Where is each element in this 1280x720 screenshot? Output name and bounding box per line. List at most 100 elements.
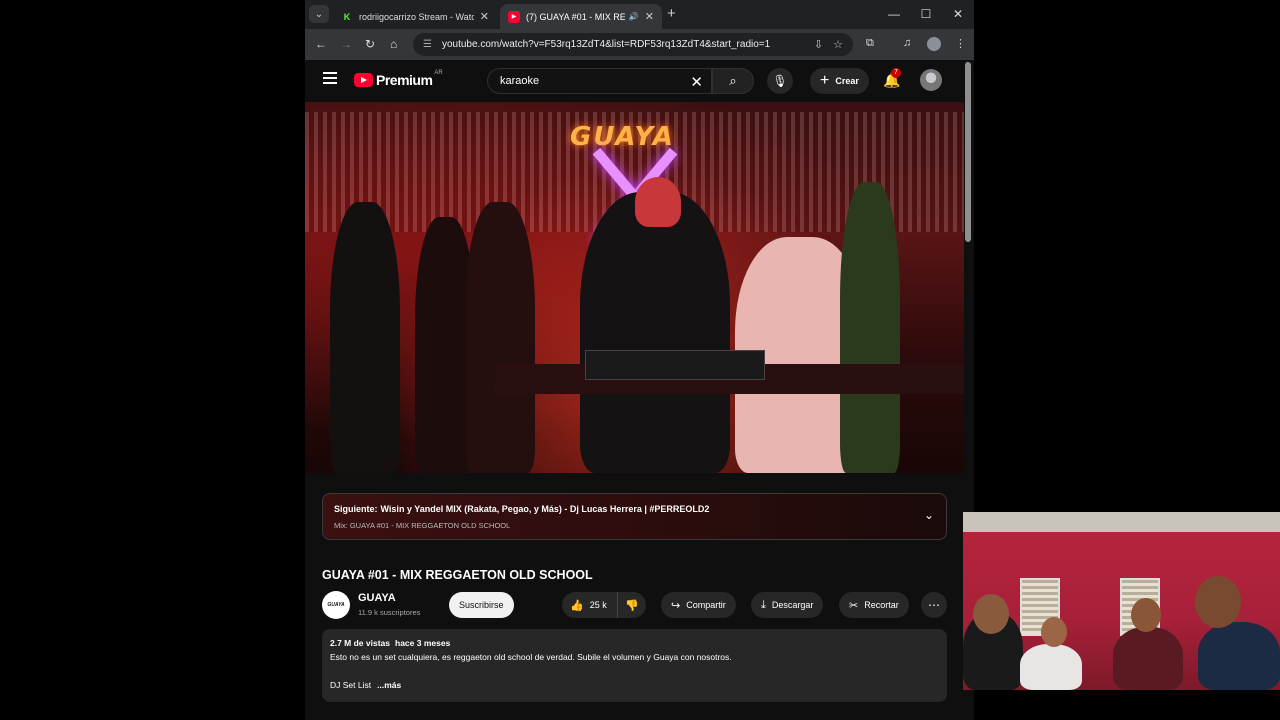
url-text: youtube.com/watch?v=F53rq13ZdT4&list=RDF… — [441, 39, 771, 50]
address-bar[interactable]: ☰ youtube.com/watch?v=F53rq13ZdT4&list=R… — [413, 33, 853, 56]
notifications-bell-icon[interactable]: 🔔 7 — [883, 68, 901, 89]
show-more-link[interactable]: ...más — [377, 680, 401, 690]
tab-kick-stream[interactable]: K rodriigocarrizo Stream - Watch ✕ — [333, 4, 497, 29]
up-next-panel[interactable]: Siguiente: Wisin y Yandel MIX (Rakata, Pe… — [322, 493, 947, 540]
youtube-icon: ▶ — [508, 10, 520, 23]
neon-sign: GUAYA — [570, 122, 675, 152]
tab-title: rodriigocarrizo Stream - Watch — [359, 11, 474, 22]
mix-label: Mix: GUAYA #01 - MIX REGGAETON OLD SCHOO… — [334, 521, 511, 530]
up-next-prefix: Siguiente: — [334, 504, 378, 514]
description-text: Esto no es un set cualquiera, es reggaet… — [330, 652, 732, 662]
like-dislike-group: 👍 25 k 👎 — [562, 592, 646, 618]
dj-controller — [585, 350, 765, 380]
scrollbar-thumb[interactable] — [965, 62, 971, 242]
profile-avatar[interactable] — [927, 37, 941, 51]
create-button[interactable]: + Crear — [810, 68, 869, 94]
search-icon: ⌕ — [729, 73, 737, 88]
video-meta: 2.7 M de vistas hace 3 meses — [330, 638, 455, 648]
create-label: Crear — [835, 76, 859, 86]
search-value: karaoke — [500, 75, 540, 87]
video-person — [635, 177, 681, 227]
site-info-icon[interactable]: ☰ — [423, 39, 432, 50]
webcam-person-head — [973, 594, 1009, 634]
video-title: GUAYA #01 - MIX REGGAETON OLD SCHOOL — [322, 568, 593, 582]
video-person — [465, 202, 535, 473]
chevron-down-icon[interactable]: ⌄ — [924, 508, 934, 522]
like-count: 25 k — [589, 600, 607, 610]
tab-close-icon[interactable]: ✕ — [645, 10, 654, 23]
share-label: Compartir — [686, 600, 726, 610]
forward-icon[interactable]: → — [340, 37, 352, 51]
tab-close-icon[interactable]: ✕ — [480, 10, 489, 23]
like-button[interactable]: 👍 25 k — [562, 592, 618, 618]
subscriber-count: 11.9 k suscriptores — [358, 608, 421, 617]
clip-label: Recortar — [864, 600, 899, 610]
close-icon[interactable]: ✕ — [942, 0, 974, 29]
download-icon: ⤓ — [761, 598, 766, 611]
minimize-icon[interactable]: — — [878, 0, 910, 29]
description-box[interactable]: 2.7 M de vistas hace 3 meses Esto no es u… — [322, 629, 947, 702]
reload-icon[interactable]: ↻ — [365, 37, 375, 51]
tab-youtube-video[interactable]: ▶ (7) GUAYA #01 - MIX REGGA 🔊 ✕ — [500, 4, 662, 29]
channel-avatar[interactable]: GUAYA — [322, 591, 350, 619]
setlist-label: DJ Set List — [330, 680, 372, 690]
youtube-premium-logo[interactable]: Premium AR — [354, 70, 443, 88]
webcam-overlay — [963, 512, 1280, 690]
thumbs-down-icon: 👎 — [625, 599, 639, 612]
kick-icon: K — [343, 11, 351, 22]
home-icon[interactable]: ⌂ — [390, 37, 397, 51]
webcam-ceiling — [963, 512, 1280, 532]
logo-text: Premium — [376, 72, 433, 88]
media-controls-icon[interactable]: ♫ — [903, 37, 911, 49]
back-icon[interactable]: ← — [315, 37, 327, 51]
video-person — [580, 192, 730, 473]
clip-button[interactable]: ✂ Recortar — [839, 592, 909, 618]
up-next-title: Siguiente: Wisin y Yandel MIX (Rakata, Pe… — [334, 504, 709, 514]
maximize-icon[interactable]: ☐ — [910, 0, 942, 29]
thumbs-up-icon: 👍 — [570, 599, 584, 612]
browser-toolbar: ← → ↻ ⌂ ☰ youtube.com/watch?v=F53rq13ZdT… — [305, 29, 974, 60]
video-person — [330, 202, 400, 473]
hamburger-menu-icon[interactable] — [323, 72, 337, 87]
webcam-person-head — [1195, 576, 1241, 628]
country-code: AR — [434, 70, 443, 76]
voice-search-icon[interactable]: 🎙 — [767, 68, 793, 94]
setlist-line: DJ Set List ...más — [330, 680, 401, 690]
video-player[interactable]: GUAYA — [305, 102, 964, 473]
speaker-icon[interactable]: 🔊 — [629, 12, 639, 21]
clear-search-icon[interactable]: ✕ — [690, 73, 703, 91]
download-label: Descargar — [771, 600, 814, 610]
subscribe-button[interactable]: Suscribirse — [449, 592, 514, 618]
video-person — [840, 182, 900, 473]
browser-window: ⌄ K rodriigocarrizo Stream - Watch ✕ ▶ (… — [305, 0, 974, 720]
menu-kebab-icon[interactable]: ⋮ — [955, 37, 966, 50]
new-tab-icon[interactable]: + — [667, 5, 676, 22]
bookmark-star-icon[interactable]: ☆ — [833, 38, 843, 51]
account-avatar[interactable] — [920, 69, 942, 91]
window-controls: — ☐ ✕ — [878, 0, 974, 29]
search-button[interactable]: ⌕ — [712, 68, 754, 94]
notification-badge: 7 — [891, 68, 901, 78]
webcam-person — [1020, 644, 1082, 690]
webcam-person-head — [1131, 598, 1161, 632]
view-count: 2.7 M de vistas — [330, 638, 391, 648]
more-actions-icon[interactable]: ⋯ — [921, 592, 947, 618]
channel-name[interactable]: GUAYA — [358, 592, 396, 604]
webcam-person — [1113, 627, 1183, 690]
tab-search-icon[interactable]: ⌄ — [309, 5, 329, 23]
dislike-button[interactable]: 👎 — [618, 599, 646, 612]
download-button[interactable]: ⤓ Descargar — [751, 592, 824, 618]
up-next-video-title: Wisin y Yandel MIX (Rakata, Pegao, y Más… — [380, 504, 710, 514]
share-button[interactable]: ↪ Compartir — [661, 592, 736, 618]
extensions-icon[interactable]: ⧉ — [866, 37, 874, 50]
webcam-person — [1198, 622, 1280, 690]
youtube-header: Premium AR karaoke ✕ ⌕ 🎙 + Crear 🔔 7 — [305, 60, 974, 102]
webcam-person-head — [1041, 617, 1067, 647]
install-app-icon[interactable]: ⇩ — [814, 38, 823, 51]
plus-icon: + — [820, 72, 830, 89]
search-input[interactable]: karaoke ✕ — [487, 68, 712, 94]
tab-strip: ⌄ K rodriigocarrizo Stream - Watch ✕ ▶ (… — [305, 0, 974, 29]
youtube-play-icon — [354, 73, 373, 87]
share-icon: ↪ — [671, 599, 681, 612]
upload-age: hace 3 meses — [395, 638, 451, 648]
